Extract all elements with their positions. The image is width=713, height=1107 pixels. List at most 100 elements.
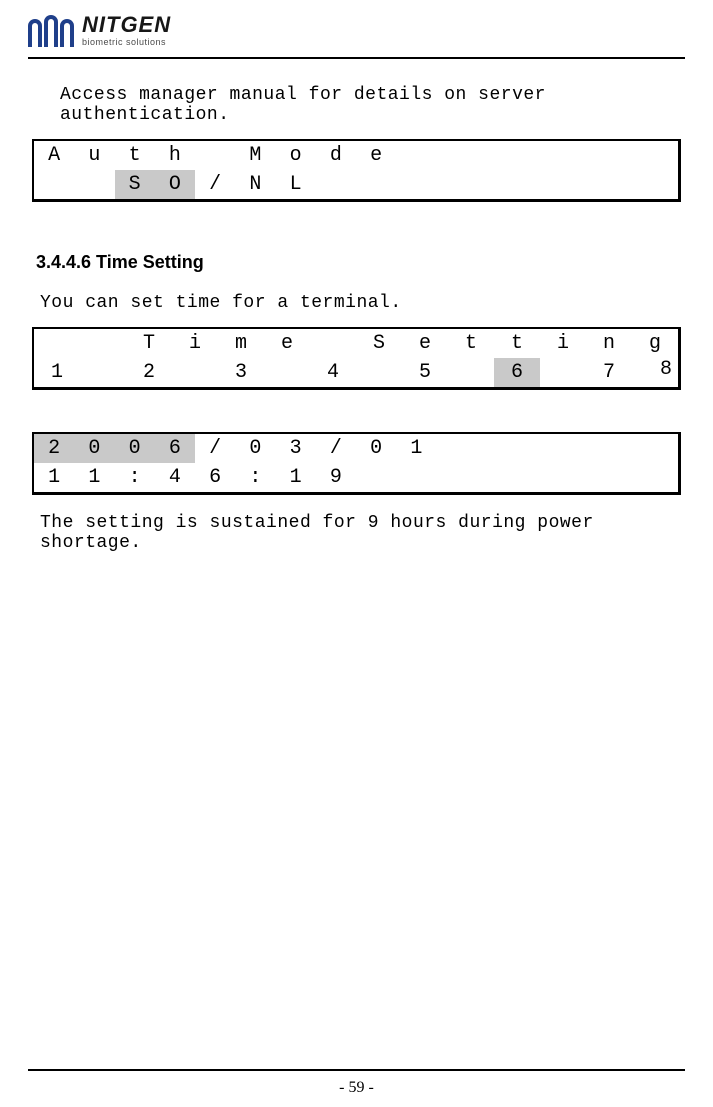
- lcd-row: 1 2 3 4 5 6 7: [34, 358, 678, 387]
- lcd-cell: [638, 170, 678, 199]
- lcd-cell: e: [264, 329, 310, 358]
- lcd-cell: 4: [310, 358, 356, 387]
- lcd-cell: 3: [218, 358, 264, 387]
- lcd-cell: [598, 463, 638, 492]
- lcd-cell: 6: [195, 463, 235, 492]
- lcd-cell: [396, 170, 436, 199]
- lcd-cell: [195, 141, 235, 170]
- lcd-cell: [638, 141, 678, 170]
- lcd-cell: 0: [356, 434, 396, 463]
- lcd-cell: :: [115, 463, 155, 492]
- lcd-cell: [437, 141, 477, 170]
- lcd-cell: t: [494, 329, 540, 358]
- lcd-cell: 6: [155, 434, 195, 463]
- lcd-cell: g: [632, 329, 678, 358]
- lcd-cell: 5: [402, 358, 448, 387]
- lcd-cell: /: [316, 434, 356, 463]
- lcd-cell: i: [172, 329, 218, 358]
- lcd-cell: [598, 170, 638, 199]
- logo-icon: [28, 15, 74, 47]
- lcd-cell: [517, 434, 557, 463]
- lcd-cell: 0: [235, 434, 275, 463]
- lcd-cell: [396, 141, 436, 170]
- lcd-cell: [316, 170, 356, 199]
- lcd-cell: [448, 358, 494, 387]
- lcd-cell: [517, 141, 557, 170]
- lcd-cell: [477, 463, 517, 492]
- lcd-cell: [356, 358, 402, 387]
- lcd-cell: [517, 463, 557, 492]
- lcd-cell: M: [235, 141, 275, 170]
- lcd-cell: m: [218, 329, 264, 358]
- lcd-cell: 8: [660, 355, 672, 384]
- lcd-cell: S: [356, 329, 402, 358]
- lcd-cell: [517, 170, 557, 199]
- lcd-cell: [477, 141, 517, 170]
- lcd-cell: [437, 434, 477, 463]
- lcd-cell: [638, 463, 678, 492]
- lcd-cell: o: [276, 141, 316, 170]
- lcd-cell: 2: [34, 434, 74, 463]
- lcd-cell: [598, 434, 638, 463]
- lcd-cell: h: [155, 141, 195, 170]
- logo-main: NITGEN: [82, 14, 171, 36]
- lcd-time-menu: Time Setting 1 2 3 4 5 6 7 8: [32, 327, 681, 390]
- lcd-cell: [34, 170, 74, 199]
- lcd-cell: u: [74, 141, 114, 170]
- lcd-cell: d: [316, 141, 356, 170]
- paragraph-time-set: You can set time for a terminal.: [40, 293, 681, 313]
- lcd-cell: [557, 463, 597, 492]
- lcd-cell: [638, 434, 678, 463]
- paragraph-intro: Access manager manual for details on ser…: [60, 85, 681, 125]
- lcd-cell: 1: [34, 358, 80, 387]
- lcd-cell: [540, 358, 586, 387]
- content: Access manager manual for details on ser…: [28, 79, 685, 1069]
- lcd-cell: [477, 434, 517, 463]
- section-heading: 3.4.4.6 Time Setting: [36, 252, 681, 273]
- lcd-cell: [74, 170, 114, 199]
- lcd-cell: 2: [126, 358, 172, 387]
- lcd-cell: 1: [276, 463, 316, 492]
- lcd-cell: 6: [494, 358, 540, 387]
- lcd-cell: L: [276, 170, 316, 199]
- lcd-row: 11:46:19: [34, 463, 678, 492]
- lcd-auth-mode: Auth Mode SO/NL: [32, 139, 681, 202]
- lcd-cell: :: [235, 463, 275, 492]
- lcd-cell: [310, 329, 356, 358]
- lcd-cell: [172, 358, 218, 387]
- lcd-cell: /: [195, 434, 235, 463]
- lcd-cell: 4: [155, 463, 195, 492]
- lcd-cell: [557, 141, 597, 170]
- logo-sub: biometric solutions: [82, 38, 171, 47]
- lcd-cell: [80, 358, 126, 387]
- lcd-cell: [264, 358, 310, 387]
- lcd-cell: 0: [115, 434, 155, 463]
- lcd-cell: i: [540, 329, 586, 358]
- logo-text: NITGEN biometric solutions: [82, 14, 171, 47]
- lcd-cell: A: [34, 141, 74, 170]
- lcd-cell: [437, 170, 477, 199]
- lcd-row: Auth Mode: [34, 141, 678, 170]
- lcd-cell: 1: [396, 434, 436, 463]
- lcd-cell: [34, 329, 80, 358]
- lcd-cell: t: [115, 141, 155, 170]
- lcd-cell: 1: [34, 463, 74, 492]
- lcd-row: Time Setting: [34, 329, 678, 358]
- lcd-cell: e: [356, 141, 396, 170]
- lcd-cell: 0: [74, 434, 114, 463]
- lcd-cell: S: [115, 170, 155, 199]
- lcd-cell: [477, 170, 517, 199]
- lcd-cell: 3: [276, 434, 316, 463]
- lcd-cell: [80, 329, 126, 358]
- page: NITGEN biometric solutions Access manage…: [0, 0, 713, 1107]
- lcd-cell: [557, 170, 597, 199]
- lcd-row: SO/NL: [34, 170, 678, 199]
- lcd-cell: 9: [316, 463, 356, 492]
- lcd-cell: [396, 463, 436, 492]
- logo: NITGEN biometric solutions: [28, 14, 685, 47]
- page-number: - 59 -: [28, 1079, 685, 1097]
- lcd-cell: [437, 463, 477, 492]
- lcd-cell: [356, 463, 396, 492]
- lcd-cell: n: [586, 329, 632, 358]
- lcd-cell: [356, 170, 396, 199]
